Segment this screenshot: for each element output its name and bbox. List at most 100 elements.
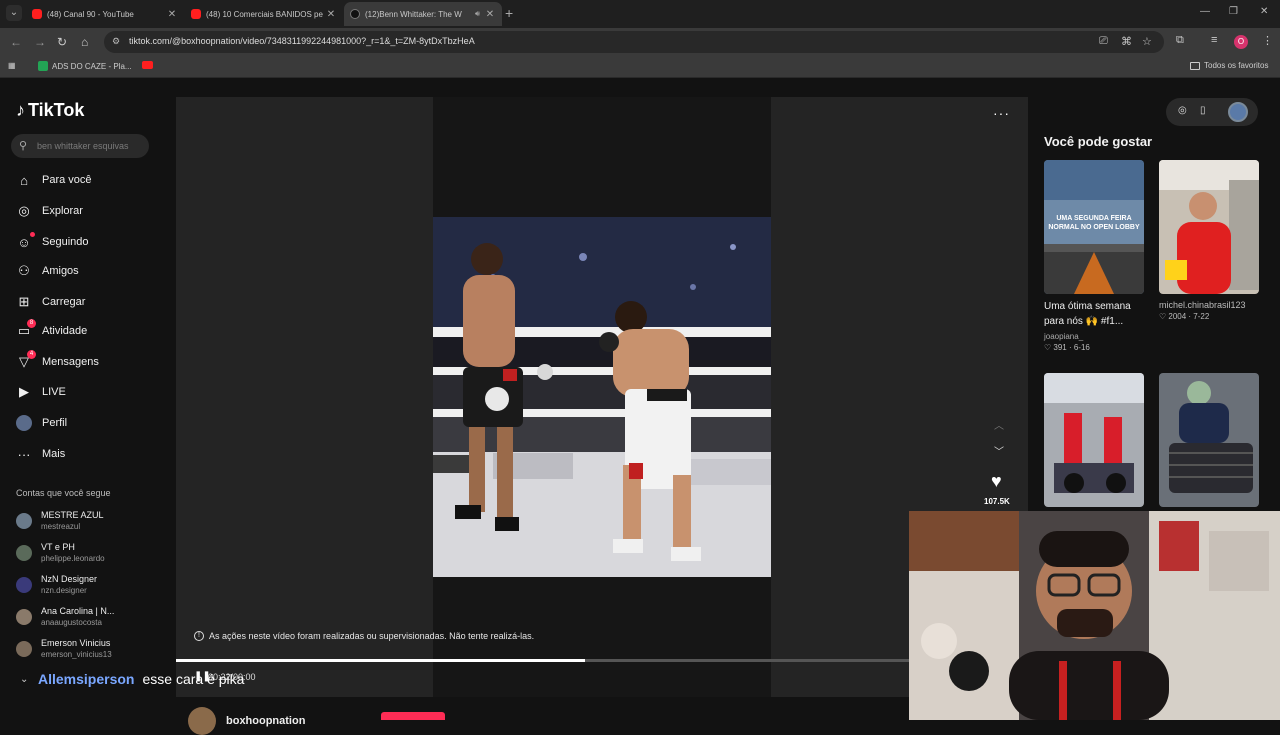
address-bar[interactable]: ⚙ tiktok.com/@boxhoopnation/video/734831…: [104, 31, 1164, 53]
video-author[interactable]: boxhoopnation: [188, 707, 305, 735]
activity-badge: 8: [27, 319, 36, 328]
recommendation-card[interactable]: [1044, 373, 1144, 507]
restore-icon[interactable]: ❐: [1229, 6, 1238, 17]
install-icon[interactable]: ⎚: [1099, 35, 1108, 48]
close-icon[interactable]: ✕: [484, 9, 496, 20]
avatar: [16, 641, 32, 657]
heart-icon[interactable]: ♥: [991, 471, 1002, 492]
site-info-icon[interactable]: ⚙: [112, 36, 120, 47]
apps-icon[interactable]: ▦: [8, 61, 16, 70]
browser-tabbar: ⌄ (48) Canal 90 - YouTube ✕ (48) 10 Come…: [0, 0, 1280, 28]
nav-perfil[interactable]: Perfil: [16, 412, 67, 434]
avatar[interactable]: [1228, 102, 1248, 122]
nav-label: Seguindo: [42, 236, 89, 248]
browser-tab-3-active[interactable]: (12)Benn Whittaker: The W 🔊︎ ✕: [344, 2, 502, 26]
following-icon: ☺: [16, 232, 35, 250]
following-header: Contas que você segue: [16, 488, 111, 498]
chevron-up-icon[interactable]: ︿: [994, 417, 1004, 432]
close-icon[interactable]: ✕: [166, 9, 178, 20]
recommendation-card[interactable]: [1159, 373, 1259, 507]
video-thumbnail[interactable]: UMA SEGUNDA FEIRA NORMAL NO OPEN LOBBY: [1044, 160, 1144, 294]
speaker-icon[interactable]: 🔊︎: [475, 9, 480, 19]
home-icon[interactable]: ⌂: [81, 35, 88, 49]
avatar: [16, 609, 32, 625]
translate-icon[interactable]: ⌘: [1121, 35, 1132, 48]
close-icon[interactable]: ✕: [325, 9, 337, 20]
boxing-scene: [433, 217, 771, 577]
tab-search-button[interactable]: ⌄: [6, 5, 22, 21]
media-icon[interactable]: ≡: [1211, 34, 1217, 46]
nav-atividade[interactable]: ▭ 8 Atividade: [16, 319, 87, 342]
following-account[interactable]: VT e PH phelippe.leonardo: [16, 539, 105, 567]
card-author: joaopiana_: [1044, 332, 1084, 341]
bookmark-youtube[interactable]: [142, 61, 153, 69]
menu-icon[interactable]: ⋮: [1262, 34, 1273, 47]
extensions-icon[interactable]: ⧉: [1176, 34, 1184, 47]
nav-label: Carregar: [42, 296, 86, 308]
nav-live[interactable]: ▶ LIVE: [16, 381, 66, 403]
bookmark-ads[interactable]: ADS DO CAZE - Pla...: [38, 61, 132, 71]
following-account[interactable]: MESTRE AZUL mestreazul: [16, 507, 104, 535]
video-thumbnail[interactable]: [1159, 373, 1259, 507]
search-icon[interactable]: ⚲: [19, 139, 27, 152]
nav-explorar[interactable]: ◎ Explorar: [16, 200, 83, 222]
account-handle: anaaugustocosta: [41, 618, 102, 627]
video-progress-bar[interactable]: [176, 659, 1028, 662]
bookmarks-bar: ▦ ADS DO CAZE - Pla... Todos os favorito…: [0, 56, 1280, 78]
back-icon[interactable]: ←: [10, 35, 22, 49]
search-box[interactable]: ⚲: [11, 134, 149, 158]
streamer-webcam: [909, 511, 1280, 720]
url-text[interactable]: tiktok.com/@boxhoopnation/video/73483119…: [129, 36, 475, 46]
following-account[interactable]: Ana Carolina | N... anaaugustocosta: [16, 603, 114, 631]
account-name: MESTRE AZUL: [41, 510, 104, 520]
minimize-icon[interactable]: —: [1200, 6, 1210, 17]
new-tab-button[interactable]: +: [505, 5, 513, 21]
close-window-icon[interactable]: ✕: [1260, 6, 1268, 17]
all-favorites[interactable]: Todos os favoritos: [1190, 61, 1268, 70]
bookmark-star-icon[interactable]: ☆: [1142, 35, 1152, 48]
video-thumbnail[interactable]: [1159, 160, 1259, 294]
nav-label: LIVE: [42, 386, 66, 398]
avatar: [16, 513, 32, 529]
compass-icon: ◎: [18, 203, 30, 218]
nav-amigos[interactable]: ⚇ Amigos: [16, 260, 79, 282]
following-account[interactable]: Emerson Vinicius emerson_vinicius13: [16, 635, 112, 663]
video-frame[interactable]: [433, 217, 771, 577]
nav-para-voce[interactable]: ⌂ Para você: [16, 169, 91, 191]
forward-icon[interactable]: →: [34, 35, 46, 49]
stream-chat-message: Allemsiperson esse cara é pika: [38, 671, 244, 687]
card-stats: ♡ 2004 · 7-22: [1159, 312, 1210, 321]
browser-tab-2[interactable]: (48) 10 Comerciais BANIDOS pe ✕: [185, 2, 343, 26]
profile-avatar[interactable]: O: [1234, 35, 1248, 49]
chevron-down-icon[interactable]: ﹀: [994, 443, 1004, 458]
follow-button[interactable]: [381, 712, 445, 720]
activity-icon: ▭ 8: [16, 319, 36, 339]
nav-carregar[interactable]: ⊞ Carregar: [16, 291, 86, 313]
video-thumbnail[interactable]: [1044, 373, 1144, 507]
recommendation-card[interactable]: UMA SEGUNDA FEIRA NORMAL NO OPEN LOBBY U…: [1044, 160, 1144, 352]
warning-text: As ações neste vídeo foram realizadas ou…: [209, 631, 535, 641]
nav-mensagens[interactable]: ▽ 4 Mensagens: [16, 350, 99, 373]
compass-icon[interactable]: ◎: [1178, 105, 1187, 116]
nav-label: Explorar: [42, 205, 83, 217]
tiktok-logo[interactable]: ♪ TikTok: [16, 100, 84, 121]
video-player[interactable]: ··· ︿ ﹀ ♥ 107.5K ! As ações neste vídeo …: [176, 97, 1028, 697]
account-handle: nzn.designer: [41, 586, 87, 595]
phone-icon[interactable]: ▯: [1200, 105, 1206, 116]
progress-fill: [176, 659, 585, 662]
following-account[interactable]: NzN Designer nzn.designer: [16, 571, 97, 599]
account-handle: emerson_vinicius13: [41, 650, 112, 659]
nav-label: Mensagens: [42, 356, 99, 368]
search-input[interactable]: [37, 138, 143, 154]
brand-name: TikTok: [28, 100, 85, 120]
account-name: Emerson Vinicius: [41, 638, 111, 648]
recommendation-card[interactable]: michel.chinabrasil123 ♡ 2004 · 7-22: [1159, 160, 1259, 321]
reload-icon[interactable]: ↻: [57, 35, 67, 49]
more-options-icon[interactable]: ···: [993, 105, 1010, 121]
browser-tab-1[interactable]: (48) Canal 90 - YouTube ✕: [26, 2, 184, 26]
upload-icon: ⊞: [18, 294, 30, 309]
nav-label: Mais: [42, 448, 66, 460]
chevron-down-icon[interactable]: ⌄: [20, 674, 28, 685]
nav-mais[interactable]: ··· Mais: [16, 443, 66, 465]
nav-seguindo[interactable]: ☺ Seguindo: [16, 231, 89, 253]
